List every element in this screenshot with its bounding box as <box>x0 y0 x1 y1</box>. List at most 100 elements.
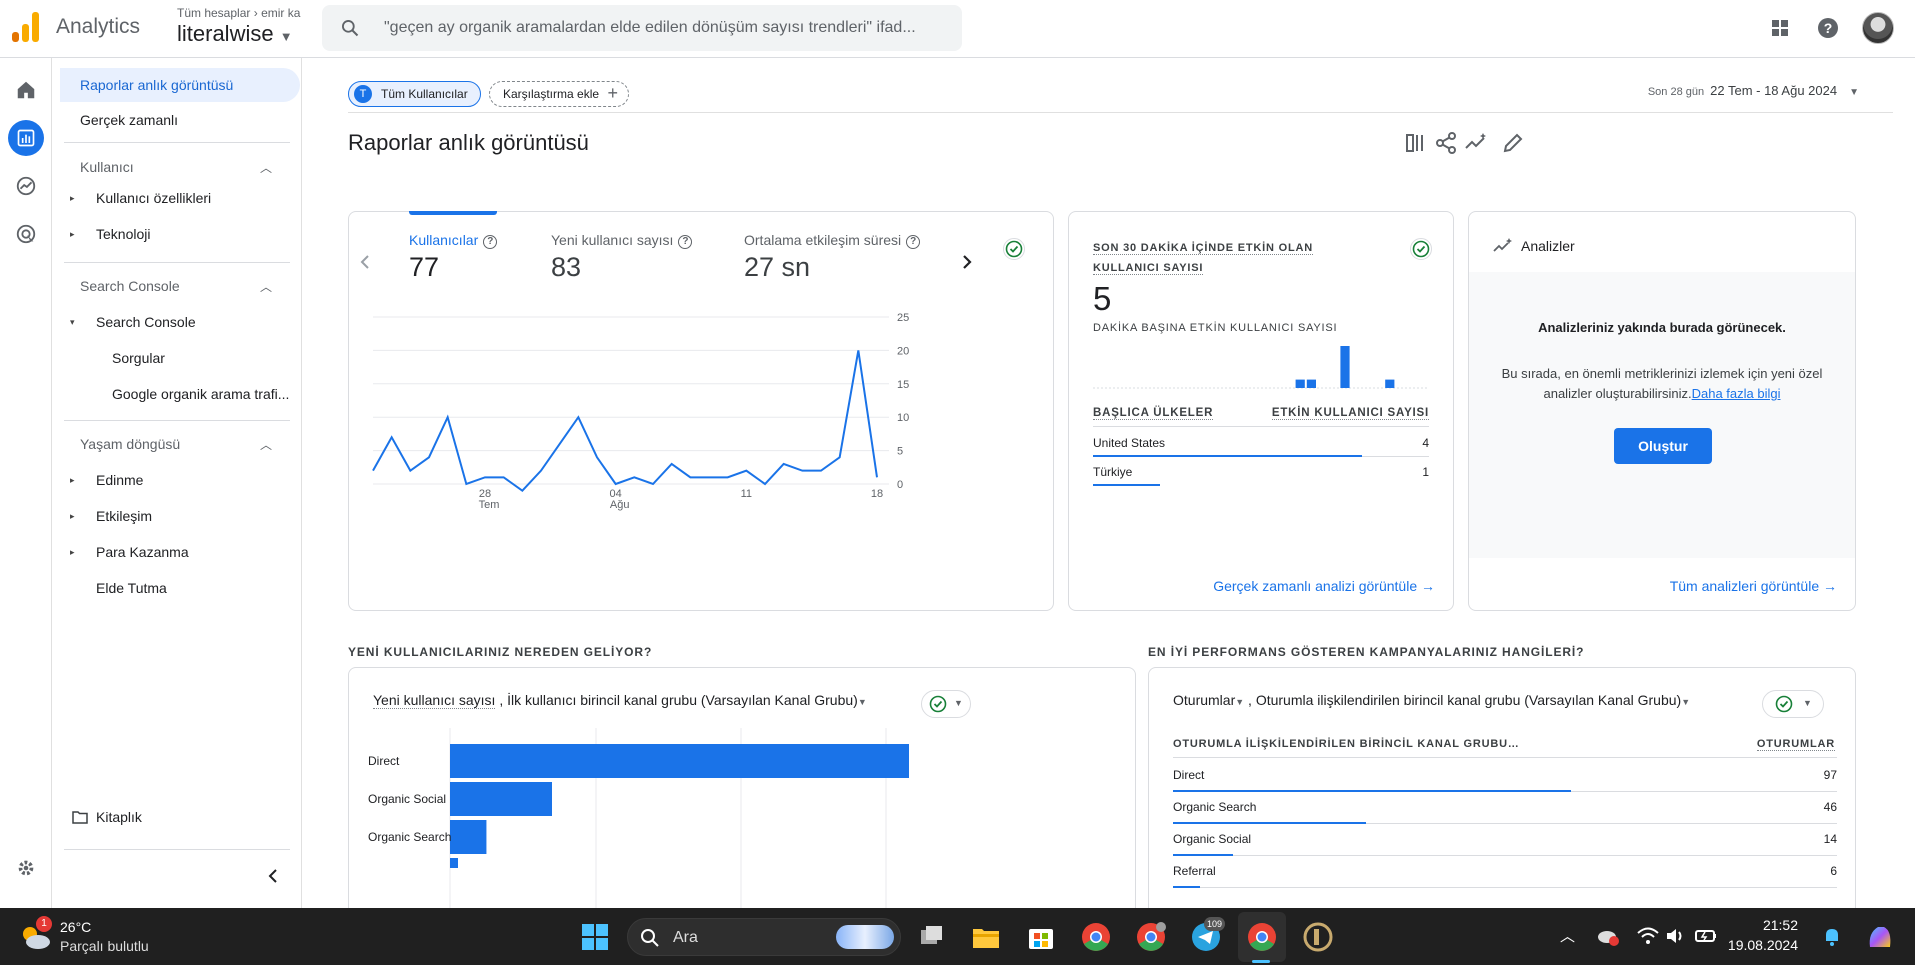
home-icon[interactable] <box>8 72 44 108</box>
x-tick-label: 11 <box>741 488 752 500</box>
collapse-sidebar-icon[interactable] <box>266 868 280 884</box>
taskbar-search[interactable]: Ara <box>627 918 901 956</box>
country-row[interactable]: United States 4 <box>1093 429 1429 457</box>
metric-avg-engagement[interactable]: Ortalama etkileşim süresi? 27 sn <box>744 232 921 283</box>
add-comparison-chip[interactable]: Karşılaştırma ekle + <box>489 81 629 107</box>
chevron-up-tray-icon[interactable]: ︿ <box>1560 925 1575 946</box>
x-subtick-label: Tem <box>479 499 500 511</box>
date-range-selector[interactable]: Son 28 gün 22 Tem - 18 Ağu 2024 ▼ <box>1648 83 1859 98</box>
file-explorer-icon[interactable] <box>970 921 1002 953</box>
report-navigation: Raporlar anlık görüntüsü Gerçek zamanlı … <box>52 58 302 908</box>
metric-new-users[interactable]: Yeni kullanıcı sayısı? 83 <box>551 232 693 283</box>
channel-bar[interactable] <box>450 782 552 816</box>
plus-icon: + <box>607 83 618 103</box>
country-name: United States <box>1093 436 1166 450</box>
app-title: Analytics <box>56 15 141 38</box>
metric-value: 27 sn <box>744 252 811 282</box>
chrome-profile-icon[interactable] <box>1135 921 1167 953</box>
clock-time[interactable]: 21:52 <box>1740 917 1798 933</box>
caret-down-icon: ▼ <box>1803 698 1812 708</box>
view-realtime-link[interactable]: Gerçek zamanlı analizi görüntüle → <box>1213 578 1435 594</box>
channel-bar[interactable] <box>450 744 909 778</box>
search-bar[interactable]: "geçen ay organik aramalardan elde edile… <box>322 5 962 51</box>
apps-grid-icon[interactable] <box>1766 14 1794 42</box>
metric-users[interactable]: Kullanıcılar? 77 <box>409 232 498 283</box>
campaigns-card: Oturumlar▼ , Oturumla ilişkilendirilen b… <box>1148 667 1856 908</box>
copilot-icon[interactable] <box>1864 921 1896 953</box>
country-users: 1 <box>1422 465 1429 479</box>
minute-bar <box>1340 346 1350 388</box>
campaign-row[interactable]: Organic Social 14 <box>1173 824 1837 856</box>
reports-icon[interactable] <box>8 120 44 156</box>
notification-bell-icon[interactable] <box>1820 924 1844 948</box>
x-subtick-label: Ağu <box>610 499 630 511</box>
volume-icon[interactable] <box>1664 924 1688 948</box>
country-row[interactable]: Türkiye 1 <box>1093 458 1429 486</box>
breadcrumb-separator-icon: › <box>253 6 262 20</box>
chrome-icon[interactable] <box>1080 921 1112 953</box>
date-range-label: Son 28 gün <box>1647 86 1705 98</box>
chevron-right-icon[interactable] <box>961 254 973 270</box>
campaign-row[interactable]: Organic Search 46 <box>1173 792 1837 824</box>
col-top-countries: BAŞLICA ÜLKELER <box>1093 407 1214 420</box>
learn-more-link[interactable]: Daha fazla bilgi <box>1692 386 1781 401</box>
compare-status-button[interactable]: ▼ <box>921 690 971 718</box>
campaigns-section-title: EN İYİ PERFORMANS GÖSTEREN KAMPANYALARIN… <box>1148 645 1585 659</box>
left-rail <box>0 58 52 908</box>
caret-down-icon: ▼ <box>1235 697 1245 707</box>
folder-icon <box>72 811 88 824</box>
metric-value: 77 <box>409 252 440 282</box>
edit-pencil-icon[interactable] <box>1500 130 1526 156</box>
help-circle-icon[interactable]: ? <box>906 235 921 249</box>
chrome-active-icon[interactable] <box>1246 921 1278 953</box>
nav-reports-snapshot[interactable]: Raporlar anlık görüntüsü <box>60 68 300 102</box>
user-avatar[interactable] <box>1862 12 1894 44</box>
weather-widget[interactable]: 1 26°C Parçalı bulutlu <box>18 916 178 958</box>
share-icon[interactable] <box>1433 130 1459 156</box>
account-selector[interactable]: Tüm hesaplar › emir ka literalwise ▼ <box>177 6 300 47</box>
search-placeholder: "geçen ay organik aramalardan elde edile… <box>384 19 916 36</box>
page-title: Raporlar anlık görüntüsü <box>348 130 589 155</box>
compare-status-button[interactable]: ▼ <box>1762 690 1824 718</box>
expand-arrow-icon: ▸ <box>70 192 75 203</box>
campaign-row[interactable]: Referral 6 <box>1173 856 1837 888</box>
onedrive-error-icon[interactable] <box>1596 924 1620 948</box>
insights-trend-icon[interactable] <box>1463 130 1489 156</box>
search-label: Ara <box>673 929 698 946</box>
advertising-icon[interactable] <box>8 216 44 252</box>
create-insight-button[interactable]: Oluştur <box>1614 428 1712 464</box>
windows-start-icon[interactable] <box>579 921 611 953</box>
dimension-selector[interactable]: Yeni kullanıcı sayısı , İlk kullanıcı bi… <box>373 692 867 709</box>
telegram-badge: 109 <box>1204 917 1226 931</box>
sessions-share-bar <box>1173 886 1200 888</box>
help-circle-icon[interactable]: ? <box>483 235 498 249</box>
y-tick-label: 25 <box>897 312 909 324</box>
campaign-row[interactable]: Direct 97 <box>1173 760 1837 792</box>
task-view-icon[interactable] <box>916 921 948 953</box>
microsoft-store-icon[interactable] <box>1025 921 1057 953</box>
view-all-insights-link[interactable]: Tüm analizleri görüntüle → <box>1670 578 1837 594</box>
wifi-icon[interactable] <box>1636 924 1660 948</box>
dimension-selector[interactable]: Oturumlar▼ , Oturumla ilişkilendirilen b… <box>1173 692 1690 708</box>
chevron-left-icon[interactable] <box>359 254 371 270</box>
segment-chip[interactable]: T Tüm Kullanıcılar <box>348 81 481 107</box>
help-circle-icon[interactable]: ? <box>678 235 693 249</box>
analytics-logo-icon[interactable] <box>12 12 40 42</box>
customize-report-icon[interactable] <box>1403 130 1429 156</box>
metric-value: 83 <box>551 252 582 282</box>
settings-gear-icon[interactable] <box>8 850 44 886</box>
clock-date[interactable]: 19.08.2024 <box>1718 937 1798 953</box>
battery-icon[interactable] <box>1694 924 1718 948</box>
explore-icon[interactable] <box>8 168 44 204</box>
league-client-icon[interactable] <box>1302 921 1334 953</box>
channel-bar[interactable] <box>450 820 487 854</box>
caret-down-icon: ▼ <box>279 29 293 44</box>
telegram-icon[interactable]: 109 <box>1190 917 1226 953</box>
search-icon <box>641 929 659 947</box>
top-bar: Analytics Tüm hesaplar › emir ka literal… <box>0 0 1915 58</box>
check-circle-icon[interactable] <box>1003 238 1025 260</box>
realtime-minute-bars <box>1093 346 1429 389</box>
help-icon[interactable]: ? <box>1814 14 1842 42</box>
category-label: Organic Social <box>368 792 446 806</box>
check-circle-icon[interactable] <box>1410 238 1432 260</box>
